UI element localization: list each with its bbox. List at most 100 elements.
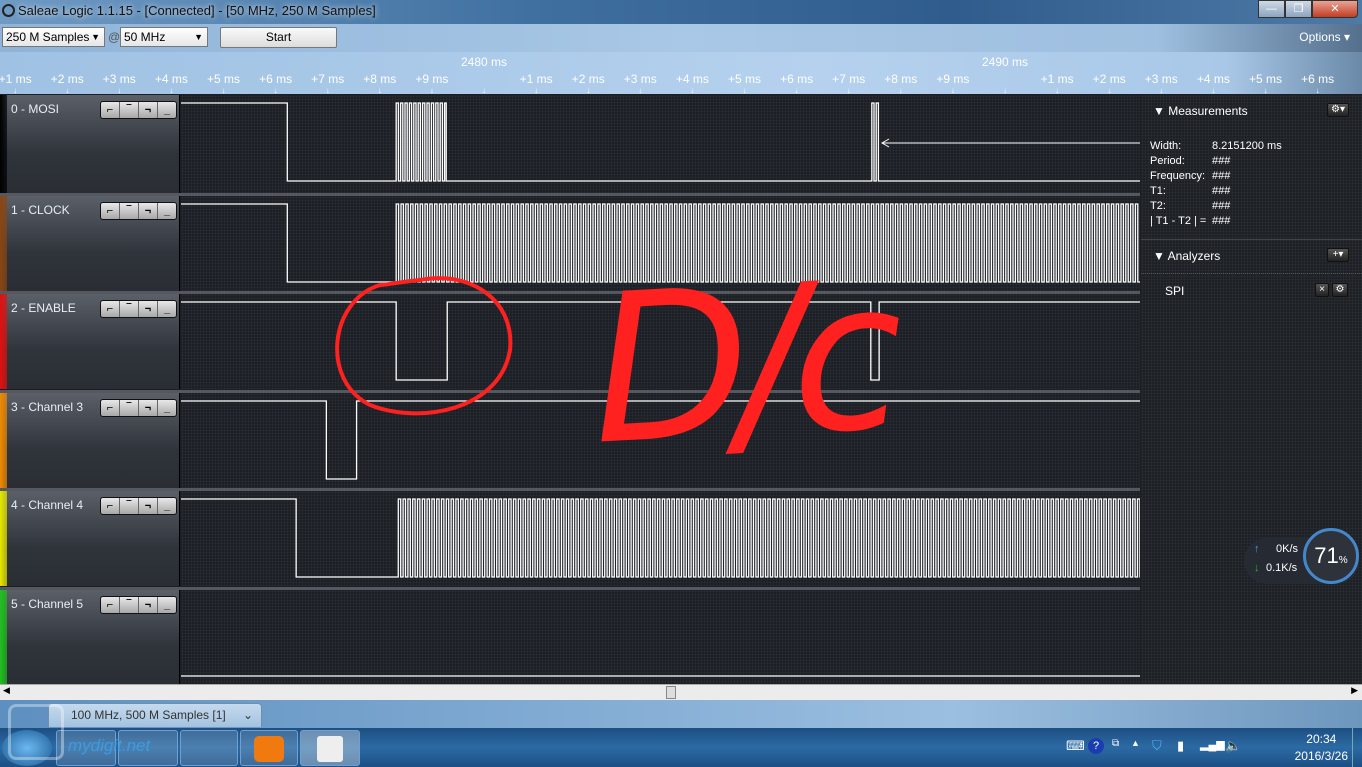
trigger-buttons: ⌐ ‾ ¬ _: [100, 202, 177, 220]
samples-select[interactable]: 250 M Samples ▼: [2, 27, 105, 47]
options-menu[interactable]: Options ▾: [1299, 30, 1350, 44]
ruler-tick-label: +6 ms: [780, 72, 814, 86]
taskbar-clock[interactable]: 20:34 2016/3/26: [1295, 731, 1348, 765]
help-icon[interactable]: ?: [1088, 738, 1104, 754]
trigger-buttons: ⌐ ‾ ¬ _: [100, 399, 177, 417]
trigger-rising-edge-icon[interactable]: ⌐: [101, 597, 120, 613]
trigger-low-icon[interactable]: _: [158, 102, 176, 118]
waveform-area[interactable]: [181, 393, 1141, 488]
measurements-gear-icon[interactable]: ⚙▾: [1327, 103, 1349, 117]
language-bar-icon[interactable]: ⧉: [1112, 738, 1119, 749]
trigger-falling-edge-icon[interactable]: ¬: [139, 102, 158, 118]
show-desktop-button[interactable]: [1352, 728, 1362, 767]
ruler-tick-arrow-icon: ↓: [169, 86, 174, 95]
rate-select[interactable]: 50 MHz ▼: [120, 27, 208, 47]
trigger-buttons: ⌐ ‾ ¬ _: [100, 497, 177, 515]
trigger-falling-edge-icon[interactable]: ¬: [139, 498, 158, 514]
trigger-falling-edge-icon[interactable]: ¬: [139, 203, 158, 219]
analyzer-gear-icon[interactable]: ⚙: [1332, 283, 1348, 297]
memory-gauge[interactable]: 71%: [1303, 528, 1359, 584]
ruler-tick-label: +4 ms: [675, 72, 709, 86]
waveform-area[interactable]: [181, 95, 1141, 193]
scroll-left-arrow-icon[interactable]: ◀: [3, 685, 10, 696]
signal-path: [181, 400, 1141, 480]
trigger-low-icon[interactable]: _: [158, 400, 176, 416]
measurement-value: ###: [1212, 200, 1231, 212]
trigger-rising-edge-icon[interactable]: ⌐: [101, 102, 120, 118]
trigger-high-icon[interactable]: ‾: [120, 597, 139, 613]
watermark-logo: mydigit.net: [8, 700, 150, 764]
window-title: Saleae Logic 1.1.15 - [Connected] - [50 …: [18, 3, 376, 18]
channel-row: 0 - MOSI ⌐ ‾ ¬ _: [0, 95, 1141, 193]
waveform-area[interactable]: [181, 196, 1141, 291]
waveform-area[interactable]: [181, 590, 1141, 685]
trigger-low-icon[interactable]: _: [158, 498, 176, 514]
clock-date: 2016/3/26: [1294, 749, 1348, 763]
horizontal-scrollbar[interactable]: ◀ ▶: [0, 684, 1362, 700]
channel-label-panel[interactable]: 4 - Channel 4 ⌐ ‾ ¬ _: [0, 491, 180, 586]
taskbar: ⌨ ? ⧉ ▲ ⛉ ▮ ▂▄▆ 🔈 20:34 2016/3/26: [0, 728, 1362, 767]
tab-chevron-down-icon[interactable]: ⌄: [243, 704, 253, 726]
keyboard-icon[interactable]: ⌨: [1066, 738, 1085, 754]
measurements-list: Width: 8.2151200 ms Period: ### Frequency: ##…: [1150, 139, 1282, 229]
channel-label-panel[interactable]: 1 - CLOCK ⌐ ‾ ¬ _: [0, 196, 180, 291]
measurement-row: T2: ###: [1150, 199, 1282, 214]
trigger-rising-edge-icon[interactable]: ⌐: [101, 498, 120, 514]
waveform-trace: [181, 203, 1141, 283]
channel-name: 3 - Channel 3: [11, 400, 84, 414]
waveform-trace: [181, 102, 1141, 182]
trigger-low-icon[interactable]: _: [158, 203, 176, 219]
signal-path: [181, 102, 1141, 182]
trigger-falling-edge-icon[interactable]: ¬: [139, 301, 158, 317]
measurement-value: 8.2151200 ms: [1212, 140, 1282, 152]
trigger-rising-edge-icon[interactable]: ⌐: [101, 203, 120, 219]
channel-label-panel[interactable]: 0 - MOSI ⌐ ‾ ¬ _: [0, 95, 180, 193]
taskbar-app-icon[interactable]: [180, 730, 238, 766]
channel-row: 5 - Channel 5 ⌐ ‾ ¬ _: [0, 587, 1141, 685]
trigger-low-icon[interactable]: _: [158, 301, 176, 317]
trigger-high-icon[interactable]: ‾: [120, 301, 139, 317]
scrollbar-thumb[interactable]: [666, 686, 676, 699]
trigger-rising-edge-icon[interactable]: ⌐: [101, 301, 120, 317]
width-measurement-arrow-icon: [880, 138, 1140, 148]
trigger-high-icon[interactable]: ‾: [120, 102, 139, 118]
show-hidden-icons-icon[interactable]: ▲: [1131, 738, 1140, 748]
time-ruler[interactable]: +1 ms ↓ +2 ms ↓ +3 ms ↓ +4 ms ↓ +5 ms ↓ +6 ms ↓ +7 m…: [0, 52, 1362, 95]
network-signal-icon[interactable]: ▂▄▆: [1200, 738, 1225, 751]
trigger-high-icon[interactable]: ‾: [120, 400, 139, 416]
power-plug-icon[interactable]: ▮: [1177, 738, 1184, 754]
trigger-falling-edge-icon[interactable]: ¬: [139, 597, 158, 613]
remove-analyzer-close-icon[interactable]: ×: [1315, 283, 1329, 297]
measurement-row: T1: ###: [1150, 184, 1282, 199]
maximize-button[interactable]: ❐: [1285, 0, 1312, 18]
ruler-tick-arrow-icon: ↓: [742, 86, 747, 95]
trigger-low-icon[interactable]: _: [158, 597, 176, 613]
divider: [1141, 273, 1362, 274]
ruler-tick-arrow-icon: ↓: [13, 86, 18, 95]
waveform-area[interactable]: [181, 294, 1141, 389]
trigger-high-icon[interactable]: ‾: [120, 203, 139, 219]
measurements-header[interactable]: ▼ Measurements: [1153, 104, 1248, 118]
waveform-area[interactable]: [181, 491, 1141, 586]
security-shield-icon[interactable]: ⛉: [1152, 738, 1162, 754]
trigger-rising-edge-icon[interactable]: ⌐: [101, 400, 120, 416]
analyzer-spi[interactable]: SPI: [1165, 284, 1184, 298]
close-button[interactable]: ✕: [1312, 0, 1358, 18]
channel-label-panel[interactable]: 2 - ENABLE ⌐ ‾ ¬ _: [0, 294, 180, 389]
channel-color-strip: [0, 294, 7, 389]
taskbar-saleae-logic-icon[interactable]: [300, 730, 360, 766]
start-button[interactable]: Start: [220, 27, 337, 48]
scroll-right-arrow-icon[interactable]: ▶: [1351, 685, 1358, 696]
volume-icon[interactable]: 🔈: [1225, 738, 1241, 754]
analyzers-header[interactable]: ▼ Analyzers: [1153, 249, 1220, 263]
gauge-percent-sign: %: [1338, 555, 1348, 566]
trigger-high-icon[interactable]: ‾: [120, 498, 139, 514]
add-analyzer-plus-icon[interactable]: +▾: [1327, 248, 1349, 262]
taskbar-uc-browser-icon[interactable]: [240, 730, 298, 766]
trigger-buttons: ⌐ ‾ ¬ _: [100, 596, 177, 614]
ruler-tick-arrow-icon: ↓: [586, 86, 591, 95]
minimize-button[interactable]: —: [1258, 0, 1285, 18]
channel-label-panel[interactable]: 5 - Channel 5 ⌐ ‾ ¬ _: [0, 590, 180, 685]
channel-label-panel[interactable]: 3 - Channel 3 ⌐ ‾ ¬ _: [0, 393, 180, 488]
trigger-falling-edge-icon[interactable]: ¬: [139, 400, 158, 416]
